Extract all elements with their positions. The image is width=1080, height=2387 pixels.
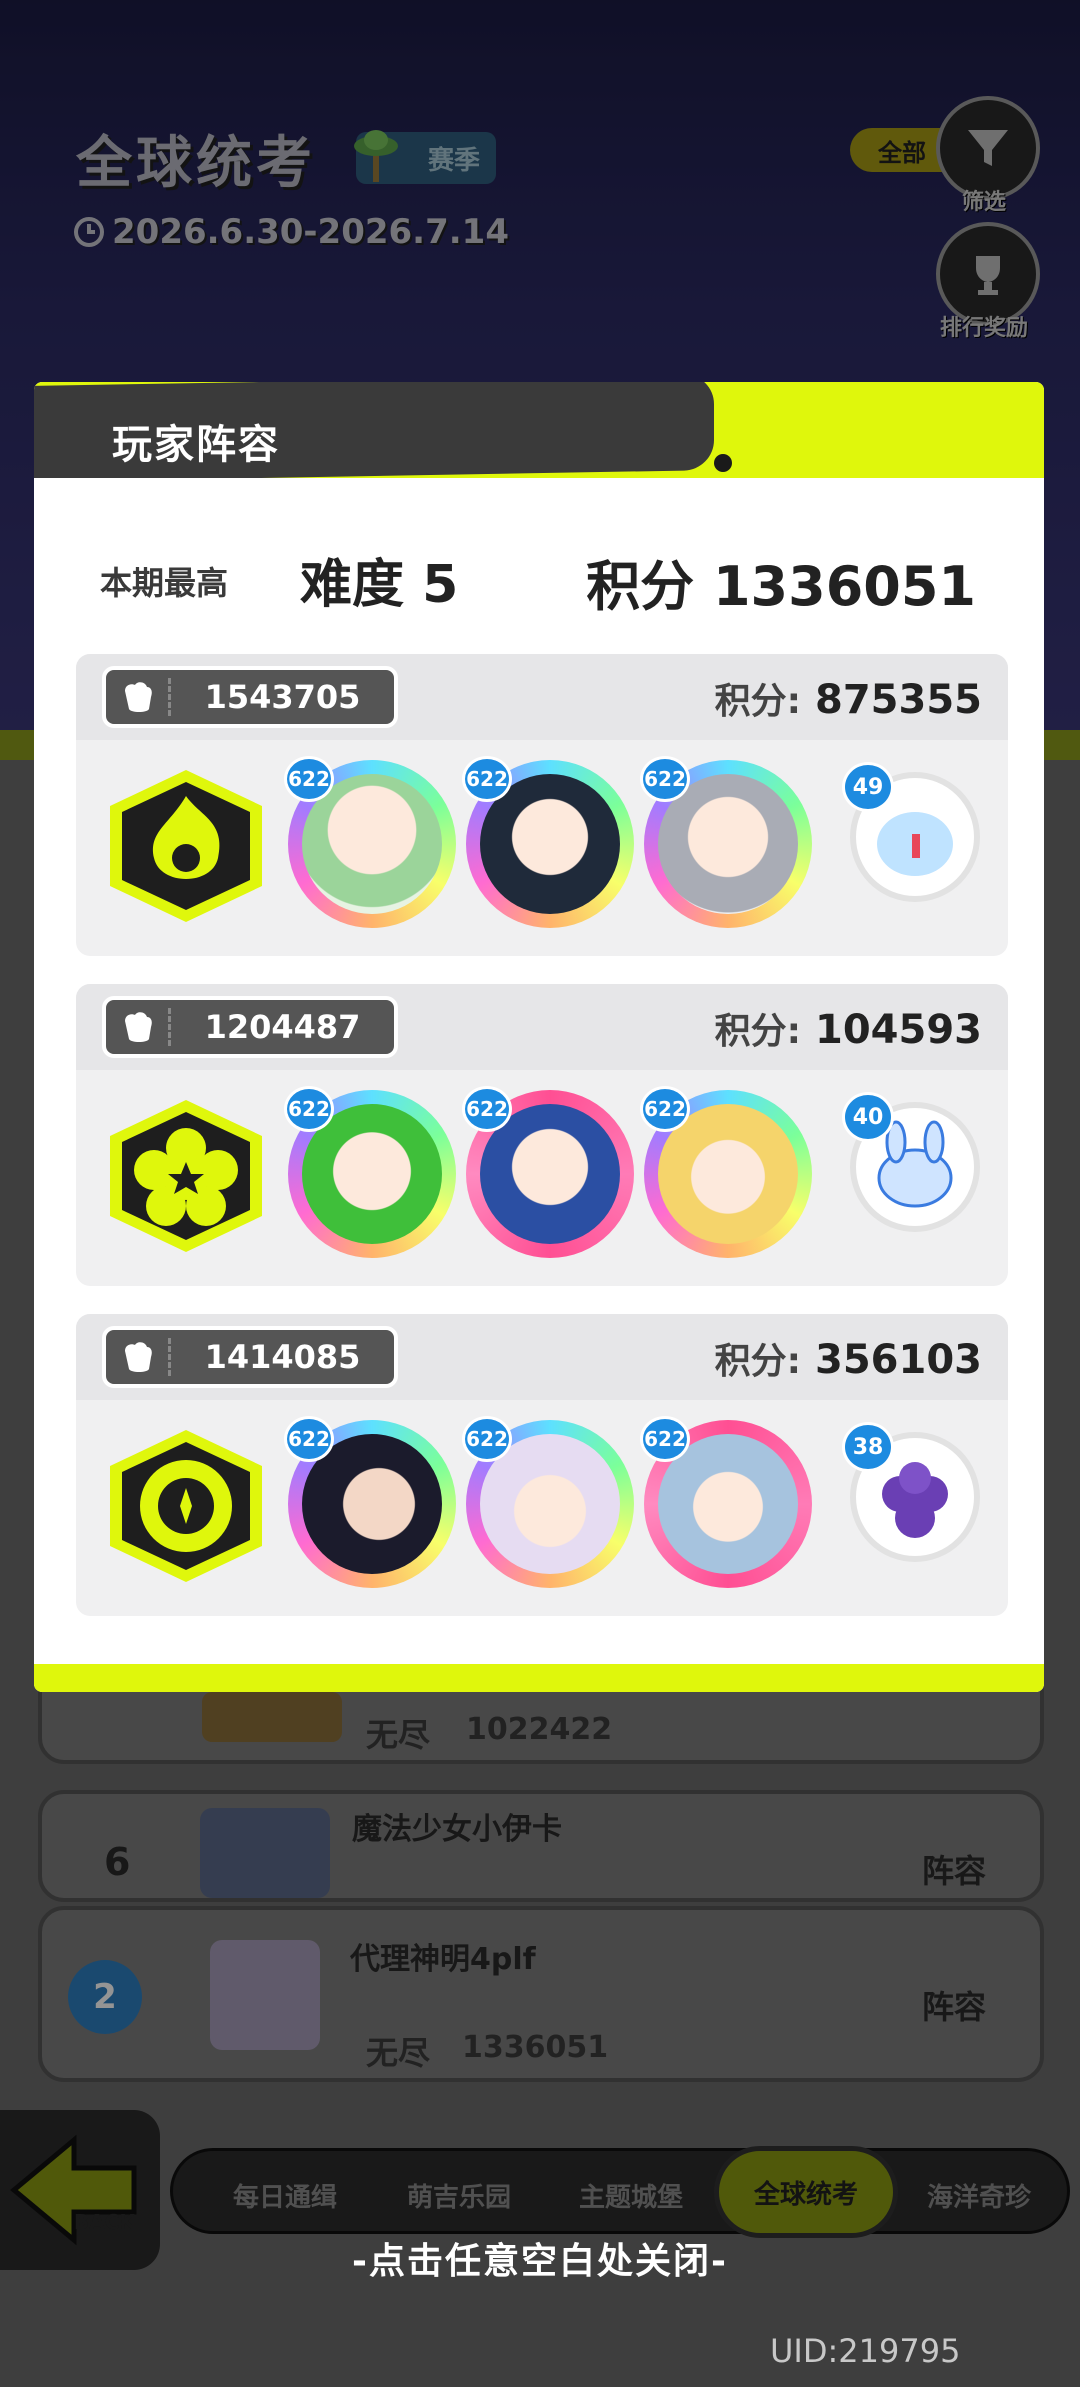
- team-score: 积分: 104593: [715, 1002, 982, 1054]
- team-card-1: 1543705 积分: 875355 622 622 622 49: [76, 654, 1008, 956]
- hero-avatar[interactable]: 622: [640, 1086, 812, 1258]
- best-difficulty: 难度 5: [300, 555, 459, 615]
- hero-avatar[interactable]: 622: [640, 1416, 812, 1588]
- team-card-3: 1414085 积分: 356103 622 622 622 38: [76, 1314, 1008, 1616]
- team-score-value: 875355: [815, 677, 982, 723]
- team-emblem-flower-icon: [110, 1100, 262, 1252]
- hero-level: 622: [462, 1086, 512, 1132]
- team-score-label: 积分:: [714, 1011, 802, 1052]
- modal-accent-bottom: [34, 1664, 1044, 1692]
- hero-avatar[interactable]: 622: [462, 1086, 634, 1258]
- hero-avatar[interactable]: 622: [640, 756, 812, 928]
- uid-label: UID:219795: [770, 2332, 961, 2370]
- close-hint: -点击任意空白处关闭-: [352, 2241, 728, 2282]
- power-value: 1543705: [168, 678, 394, 716]
- hero-avatar[interactable]: 622: [462, 1416, 634, 1588]
- best-label: 本期最高: [100, 564, 229, 602]
- hero-avatar[interactable]: 622: [284, 756, 456, 928]
- pet-avatar[interactable]: 49: [842, 762, 980, 902]
- fist-icon: [106, 1330, 168, 1384]
- hero-level: 622: [640, 756, 690, 802]
- decor-dot: [714, 454, 732, 472]
- team-score-label: 积分:: [714, 1341, 802, 1382]
- hero-level: 622: [640, 1416, 690, 1462]
- hero-level: 622: [640, 1086, 690, 1132]
- power-tag: 1543705: [102, 666, 398, 728]
- team-score-label: 积分:: [714, 681, 802, 722]
- lineup-modal: 玩家阵容 本期最高 难度 5 积分 1336051 1543705 积分: 87…: [34, 382, 1044, 1692]
- pet-level: 40: [842, 1092, 894, 1142]
- team-card-2: 1204487 积分: 104593 622 622 622 40: [76, 984, 1008, 1286]
- best-score: 积分 1336051: [586, 555, 976, 618]
- pet-avatar[interactable]: 40: [842, 1092, 980, 1232]
- hero-level: 622: [462, 756, 512, 802]
- power-tag: 1204487: [102, 996, 398, 1058]
- pet-level: 38: [842, 1422, 894, 1472]
- team-score: 积分: 356103: [715, 1332, 982, 1384]
- pet-level: 49: [842, 762, 894, 812]
- pet-avatar[interactable]: 38: [842, 1422, 980, 1562]
- team-score: 积分: 875355: [715, 672, 982, 724]
- hero-level: 622: [284, 1416, 334, 1462]
- hero-avatar[interactable]: 622: [462, 756, 634, 928]
- hero-level: 622: [284, 1086, 334, 1132]
- team-emblem-flame-icon: [110, 770, 262, 922]
- hero-level: 622: [284, 756, 334, 802]
- power-value: 1204487: [168, 1008, 394, 1046]
- team-score-value: 356103: [815, 1337, 982, 1383]
- fist-icon: [106, 1000, 168, 1054]
- team-emblem-coin-icon: [110, 1430, 262, 1582]
- hero-avatar[interactable]: 622: [284, 1086, 456, 1258]
- hero-level: 622: [462, 1416, 512, 1462]
- fist-icon: [106, 670, 168, 724]
- hero-avatar[interactable]: 622: [284, 1416, 456, 1588]
- modal-title: 玩家阵容: [112, 422, 280, 468]
- power-value: 1414085: [168, 1338, 394, 1376]
- power-tag: 1414085: [102, 1326, 398, 1388]
- team-score-value: 104593: [815, 1007, 982, 1053]
